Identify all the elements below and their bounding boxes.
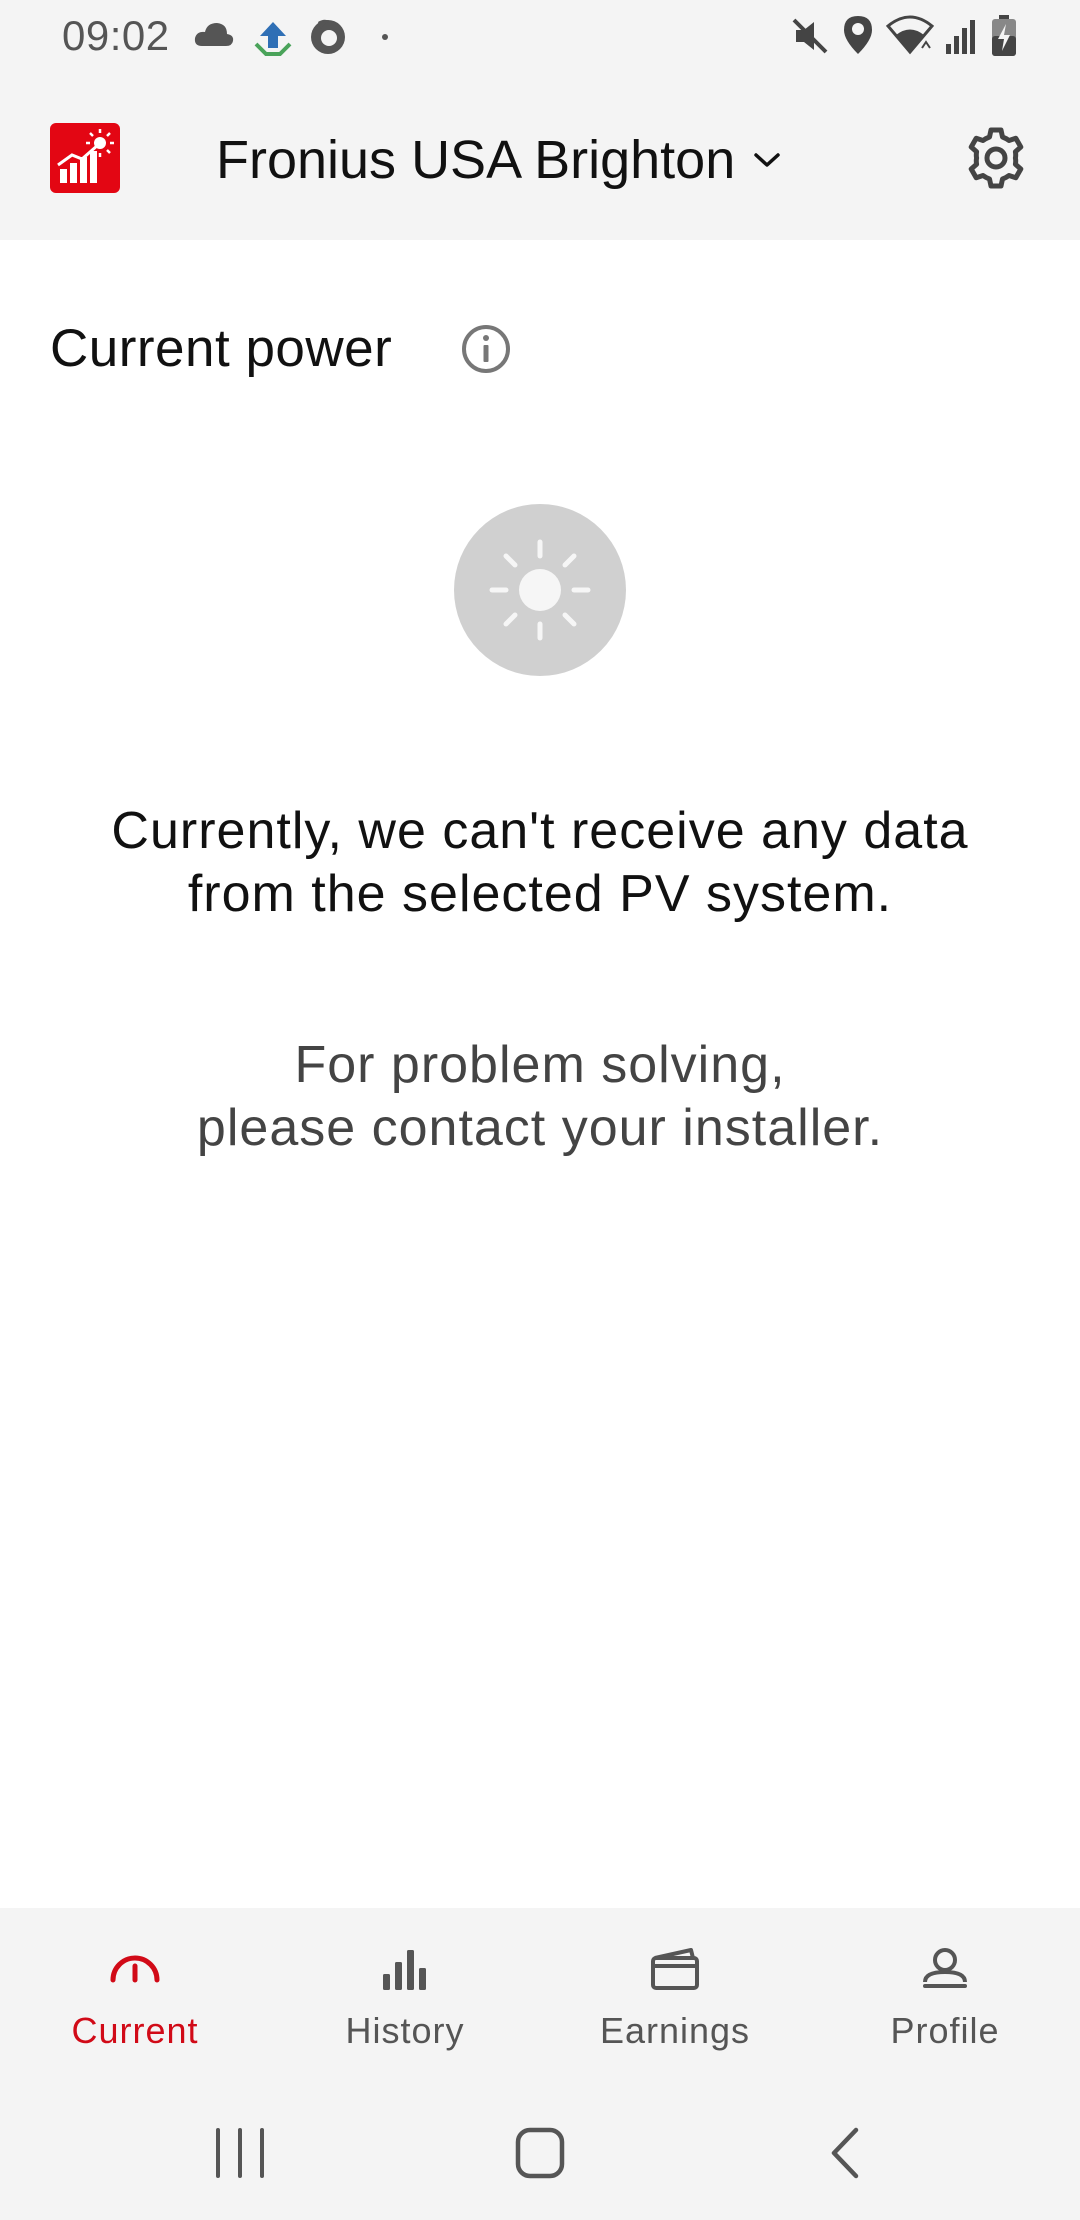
nav-label-history: History	[345, 2010, 465, 2051]
status-sun-indicator	[454, 504, 626, 676]
site-selector-dropdown[interactable]: Fronius USA Brighton	[216, 128, 781, 192]
no-data-message-line-2: from the selected PV system.	[187, 865, 893, 923]
nav-tab-profile[interactable]: Profile	[810, 1908, 1080, 2088]
bottom-navigation: Current History Earnings Profile	[0, 1908, 1080, 2088]
section-title: Current power	[50, 319, 393, 378]
cloud-icon	[194, 23, 234, 46]
settings-button[interactable]	[964, 126, 1028, 190]
system-navigation-bar	[0, 2088, 1080, 2220]
info-button[interactable]	[460, 323, 512, 375]
sun-icon	[489, 539, 591, 641]
contact-installer-line-2: please contact your installer.	[196, 1099, 884, 1157]
recent-apps-icon	[216, 2128, 264, 2178]
firefox-icon	[311, 19, 345, 54]
nav-label-earnings: Earnings	[599, 2010, 751, 2051]
nav-label-current: Current	[71, 2010, 199, 2051]
contact-installer-message: For problem solving, please contact your…	[40, 1034, 1040, 1160]
nav-label-profile: Profile	[890, 2010, 1000, 2051]
status-time: 09:02	[62, 12, 170, 59]
gear-icon	[968, 127, 1024, 189]
signal-icon	[946, 20, 975, 54]
recent-apps-button[interactable]	[200, 2118, 280, 2188]
person-icon	[923, 1948, 967, 1988]
logo-chart-sun-icon	[57, 129, 114, 183]
location-icon	[844, 16, 872, 54]
nav-tab-history[interactable]: History	[270, 1908, 540, 2088]
mute-icon	[792, 18, 828, 54]
info-icon	[462, 325, 510, 373]
chevron-down-icon	[754, 153, 780, 167]
app-header: Fronius USA Brighton	[0, 78, 1080, 240]
nav-tab-earnings[interactable]: Earnings	[540, 1908, 810, 2088]
wifi-icon	[886, 15, 934, 55]
bar-chart-icon	[383, 1950, 426, 1990]
wallet-icon	[651, 1948, 699, 1990]
dot-icon	[382, 34, 388, 40]
app-notification-icon	[254, 22, 292, 56]
contact-installer-line-1: For problem solving,	[294, 1036, 786, 1094]
fronius-solarweb-logo[interactable]	[50, 123, 120, 193]
nav-tab-current[interactable]: Current	[0, 1908, 270, 2088]
site-name: Fronius USA Brighton	[216, 130, 736, 190]
no-data-message: Currently, we can't receive any data fro…	[40, 800, 1040, 926]
gauge-icon	[110, 1955, 160, 1983]
no-data-message-line-1: Currently, we can't receive any data	[111, 802, 969, 860]
back-button[interactable]	[806, 2118, 886, 2188]
home-button[interactable]	[500, 2118, 580, 2188]
back-icon	[831, 2127, 859, 2179]
home-icon	[515, 2127, 565, 2179]
status-bar: 09:02	[0, 0, 1080, 78]
battery-charging-icon	[992, 15, 1016, 56]
